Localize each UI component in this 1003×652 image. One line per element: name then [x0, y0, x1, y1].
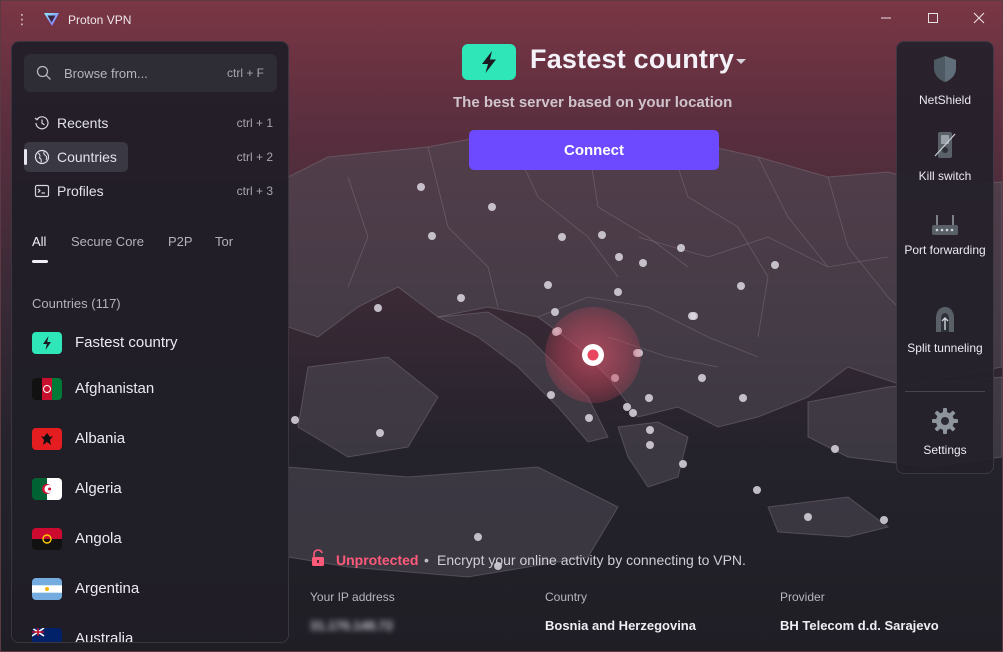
tab-secure-core[interactable]: Secure Core	[71, 234, 144, 249]
nav-label: Recents	[57, 115, 109, 131]
country-row-australia[interactable]: Australia	[24, 620, 277, 643]
nav-countries[interactable]: Countries ctrl + 2	[24, 142, 277, 172]
tab-all[interactable]: All	[32, 234, 46, 249]
flag-australia-icon	[32, 628, 62, 642]
flag-algeria-icon	[32, 478, 62, 500]
status-separator: •	[424, 552, 429, 568]
tab-tor[interactable]: Tor	[215, 234, 233, 249]
feature-panel: NetShield Kill switch Port forwarding Sp…	[896, 41, 994, 474]
lightning-icon	[32, 332, 62, 354]
netshield-button[interactable]: NetShield	[897, 54, 993, 112]
kill-switch-button[interactable]: Kill switch	[897, 130, 993, 188]
flag-angola-icon	[32, 528, 62, 550]
nav-label: Countries	[57, 149, 117, 165]
nav-shortcut: ctrl + 1	[236, 116, 273, 130]
chevron-down-icon[interactable]	[735, 58, 747, 66]
connection-title[interactable]: Fastest country	[530, 44, 734, 75]
proton-vpn-logo-icon	[44, 13, 59, 26]
feature-label: Kill switch	[918, 169, 972, 183]
search-box[interactable]: ctrl + F	[24, 54, 277, 92]
maximize-button[interactable]	[918, 7, 948, 29]
country-row-fastest[interactable]: Fastest country	[24, 324, 277, 364]
sidebar: ctrl + F Recents ctrl + 1 Countries ctrl…	[11, 41, 289, 643]
nav-shortcut: ctrl + 2	[236, 150, 273, 164]
app-menu-icon[interactable]: ⋮	[15, 11, 29, 27]
ip-value: 31.176.148.72	[310, 618, 394, 633]
shield-icon	[934, 56, 956, 82]
search-input[interactable]	[64, 54, 214, 92]
country-name: Afghanistan	[75, 380, 155, 397]
country-row-afghanistan[interactable]: Afghanistan	[24, 370, 277, 410]
country-value: Bosnia and Herzegovina	[545, 618, 696, 633]
country-name: Australia	[75, 630, 134, 643]
nav-shortcut: ctrl + 3	[236, 184, 273, 198]
country-row-argentina[interactable]: Argentina	[24, 570, 277, 610]
search-shortcut: ctrl + F	[226, 66, 264, 80]
flag-argentina-icon	[32, 578, 62, 600]
country-row-angola[interactable]: Angola	[24, 520, 277, 560]
profile-icon	[34, 184, 50, 198]
split-tunnel-icon	[936, 307, 954, 332]
clock-icon	[34, 116, 49, 130]
feature-label: Split tunneling	[907, 341, 983, 355]
settings-button[interactable]: Settings	[897, 406, 993, 464]
port-forwarding-button[interactable]: Port forwarding	[897, 212, 993, 282]
close-button[interactable]	[964, 7, 994, 29]
protection-status: Unprotected	[336, 552, 419, 568]
country-name: Albania	[75, 430, 126, 447]
search-icon	[36, 65, 51, 80]
connect-button[interactable]: Connect	[469, 130, 719, 170]
nav-recents[interactable]: Recents ctrl + 1	[24, 108, 277, 138]
country-row-albania[interactable]: Albania	[24, 420, 277, 460]
fastest-lightning-icon	[462, 44, 516, 80]
ip-label: Your IP address	[310, 590, 395, 604]
feature-label: Settings	[923, 443, 967, 457]
panel-divider	[905, 391, 985, 392]
tab-underline	[32, 260, 48, 263]
feature-label: Port forwarding	[904, 243, 986, 257]
nav-profiles[interactable]: Profiles ctrl + 3	[24, 176, 277, 206]
feature-label: NetShield	[918, 93, 972, 107]
country-name: Fastest country	[75, 334, 178, 351]
country-name: Argentina	[75, 580, 140, 597]
router-icon	[932, 215, 958, 235]
globe-icon	[34, 149, 50, 165]
unlocked-icon	[312, 549, 324, 566]
flag-afghanistan-icon	[32, 378, 62, 400]
title-bar: ⋮ Proton VPN	[1, 1, 1002, 37]
provider-value: BH Telecom d.d. Sarajevo	[780, 618, 939, 633]
nav-label: Profiles	[57, 183, 104, 199]
window-title: Proton VPN	[68, 13, 132, 27]
country-name: Algeria	[75, 480, 122, 497]
tab-p2p[interactable]: P2P	[168, 234, 193, 249]
connection-subtitle: The best server based on your location	[453, 94, 733, 111]
countries-header: Countries (117)	[32, 296, 121, 311]
provider-label: Provider	[780, 590, 825, 604]
flag-albania-icon	[32, 428, 62, 450]
country-row-algeria[interactable]: Algeria	[24, 470, 277, 510]
split-tunneling-button[interactable]: Split tunneling	[897, 304, 993, 378]
country-name: Angola	[75, 530, 122, 547]
minimize-button[interactable]	[871, 7, 901, 29]
gear-icon	[932, 408, 958, 434]
kill-switch-icon	[934, 132, 956, 158]
status-message: Encrypt your online activity by connecti…	[437, 552, 746, 568]
app-window: ⋮ Proton VPN ctrl + F	[0, 0, 1003, 652]
country-label: Country	[545, 590, 588, 604]
